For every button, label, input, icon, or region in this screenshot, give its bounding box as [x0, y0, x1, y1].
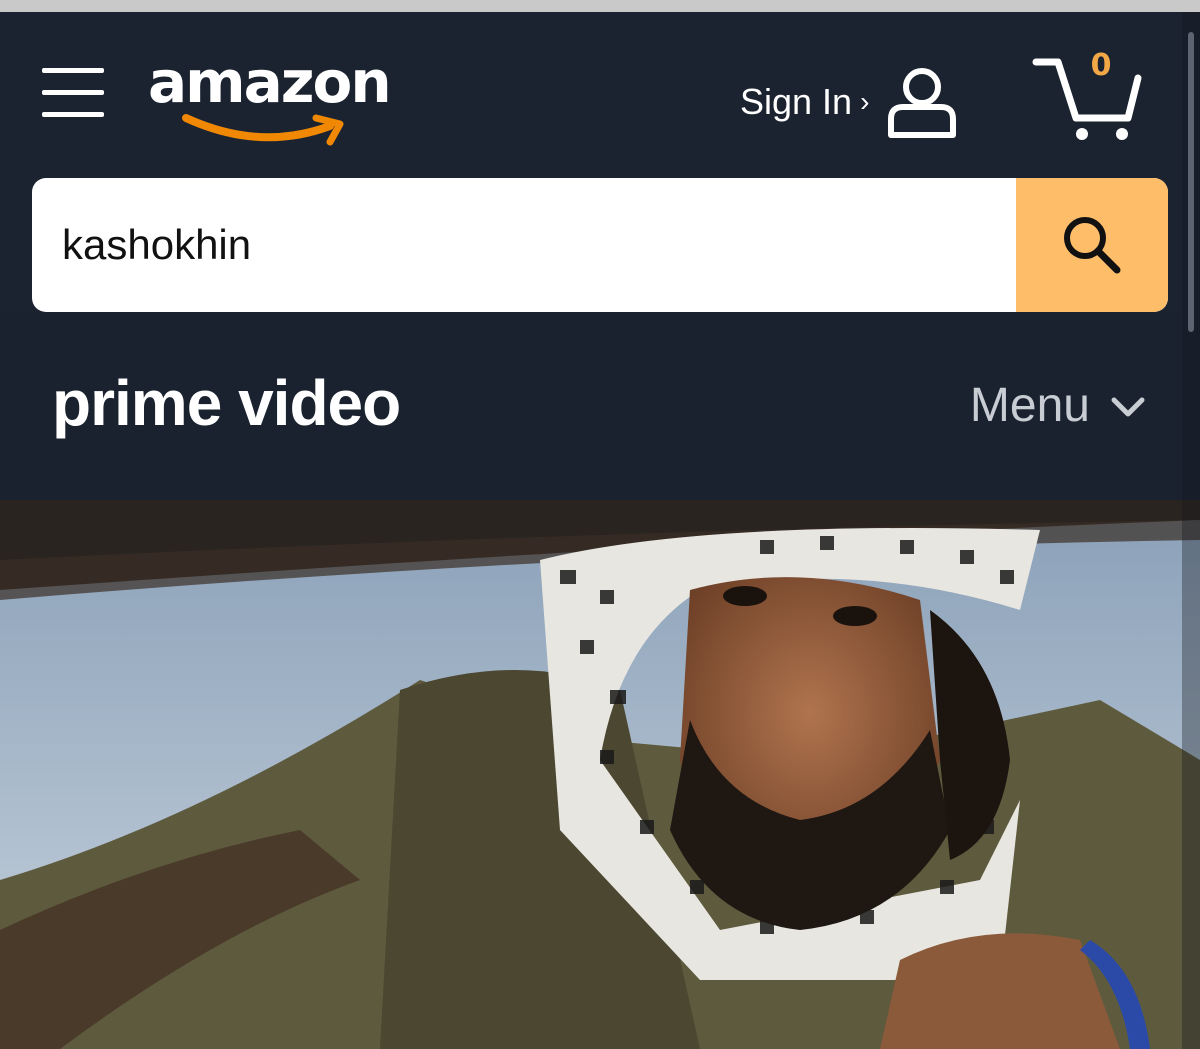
- sign-in-button[interactable]: Sign In ›: [740, 68, 961, 138]
- scrollbar[interactable]: [1182, 12, 1200, 1049]
- cart-button[interactable]: 0: [1030, 48, 1146, 144]
- user-icon: [888, 68, 957, 138]
- search-input[interactable]: [32, 178, 1012, 312]
- cart-count: 0: [1090, 48, 1112, 83]
- sign-in-chevron: ›: [860, 86, 870, 117]
- prime-video-menu-button[interactable]: Menu: [970, 378, 1148, 433]
- search-icon: [1064, 217, 1121, 274]
- hamburger-menu-icon[interactable]: [42, 64, 106, 124]
- amazon-prime-video-page: amazon Sign In › 0 kashokhin prime video…: [0, 0, 1200, 1049]
- prime-video-bar: prime video Menu: [0, 312, 1200, 500]
- prime-video-logo[interactable]: prime video: [52, 366, 401, 440]
- amazon-logo[interactable]: amazon: [148, 48, 398, 148]
- search-bar: [32, 178, 1168, 312]
- hero-image[interactable]: [0, 500, 1200, 1049]
- sign-in-label: Sign In: [740, 81, 853, 122]
- amazon-header: amazon Sign In › 0: [0, 12, 1200, 312]
- scrollbar-thumb[interactable]: [1188, 32, 1194, 332]
- hero-still-image: [0, 500, 1200, 1049]
- amazon-smile-icon: [182, 114, 344, 146]
- amazon-logo-text: amazon: [148, 48, 392, 116]
- menu-label: Menu: [969, 379, 1090, 432]
- search-button[interactable]: [1016, 178, 1168, 312]
- browser-top-strip: [0, 0, 1200, 12]
- chevron-down-icon: [1111, 397, 1145, 416]
